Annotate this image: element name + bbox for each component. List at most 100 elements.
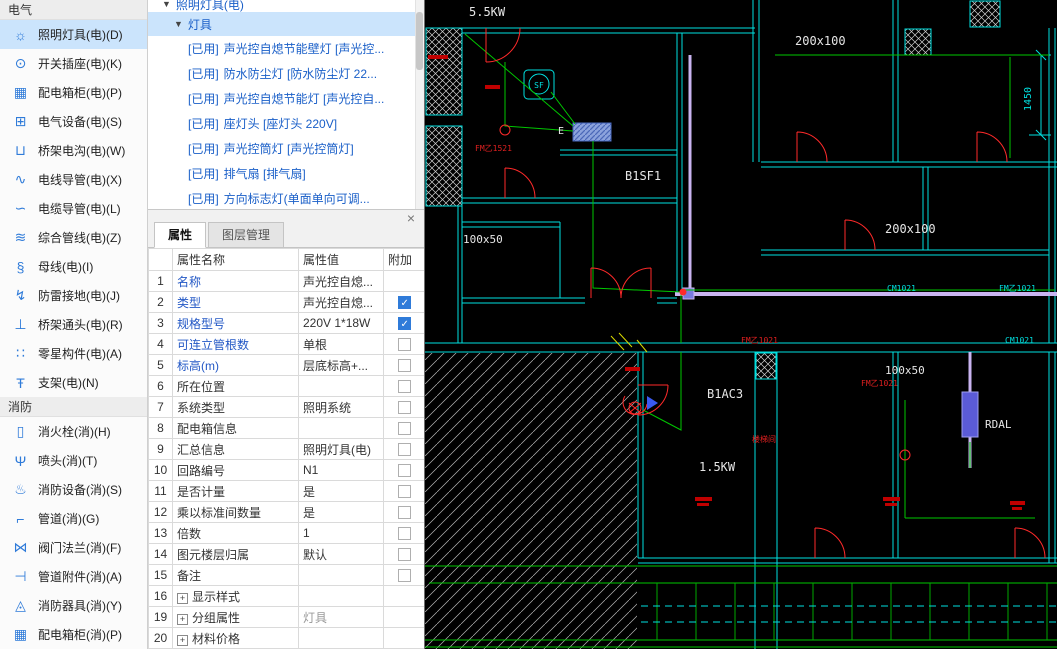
tree-item[interactable]: [已用] 座灯头 [座灯头 220V]: [148, 111, 424, 136]
property-row[interactable]: 7 系统类型 照明系统: [148, 396, 424, 418]
extra-checkbox[interactable]: [397, 527, 411, 541]
extra-checkbox[interactable]: [397, 317, 411, 331]
expand-icon[interactable]: +: [177, 613, 188, 625]
sidebar-item[interactable]: § 母线(电)(I): [0, 252, 147, 281]
expand-icon[interactable]: +: [177, 634, 188, 646]
sidebar-item[interactable]: ⊙ 开关插座(电)(K): [0, 49, 147, 78]
tree-scrollbar[interactable]: [415, 0, 424, 209]
selected-lamp-element[interactable]: [572, 122, 612, 142]
property-value[interactable]: 单根: [298, 333, 384, 355]
sidebar-item[interactable]: ∿ 电线导管(电)(X): [0, 165, 147, 194]
extra-checkbox[interactable]: [397, 548, 411, 562]
property-value[interactable]: [298, 585, 384, 607]
extra-checkbox[interactable]: [397, 506, 411, 520]
tree-group-selected[interactable]: ▼ 灯具: [148, 12, 424, 36]
property-value[interactable]: 220V 1*18W: [298, 312, 384, 334]
extra-checkbox[interactable]: [397, 443, 411, 457]
pipe-fitting-icon: ⊣: [14, 568, 27, 584]
property-value[interactable]: 1: [298, 522, 384, 544]
sidebar-item-label: 母线(电)(I): [38, 260, 94, 274]
sidebar-item[interactable]: ⊣ 管道附件(消)(A): [0, 562, 147, 591]
sidebar-item[interactable]: ⋈ 阀门法兰(消)(F): [0, 533, 147, 562]
property-row-number: 13: [148, 522, 173, 544]
property-row[interactable]: 14 图元楼层归属 默认: [148, 543, 424, 565]
sidebar-item[interactable]: ☼ 照明灯具(电)(D): [0, 20, 147, 49]
sidebar-item[interactable]: ▦ 配电箱柜(电)(P): [0, 78, 147, 107]
tree-item[interactable]: [已用] 声光控筒灯 [声光控筒灯]: [148, 136, 424, 161]
sidebar-item[interactable]: ∽ 电缆导管(电)(L): [0, 194, 147, 223]
property-value[interactable]: [298, 375, 384, 397]
sidebar-item[interactable]: ↯ 防雷接地(电)(J): [0, 281, 147, 310]
sidebar-item[interactable]: ⊥ 桥架通头(电)(R): [0, 310, 147, 339]
sidebar-item[interactable]: ⊔ 桥架电沟(电)(W): [0, 136, 147, 165]
property-row[interactable]: 3 规格型号 220V 1*18W: [148, 312, 424, 334]
extra-checkbox[interactable]: [397, 485, 411, 499]
property-value[interactable]: 照明灯具(电): [298, 438, 384, 460]
property-value[interactable]: 是: [298, 501, 384, 523]
property-row[interactable]: 11 是否计量 是: [148, 480, 424, 502]
property-value[interactable]: [298, 564, 384, 586]
property-value[interactable]: 灯具: [298, 606, 384, 628]
label-panel-b1sf1: B1SF1: [625, 169, 661, 183]
property-value[interactable]: 是: [298, 480, 384, 502]
property-row[interactable]: 13 倍数 1: [148, 522, 424, 544]
property-row[interactable]: 19 + 分组属性 灯具: [148, 606, 424, 628]
sidebar-item[interactable]: ▦ 配电箱柜(消)(P): [0, 620, 147, 649]
property-value[interactable]: N1: [298, 459, 384, 481]
property-value[interactable]: 层底标高+...: [298, 354, 384, 376]
property-row[interactable]: 5 标高(m) 层底标高+...: [148, 354, 424, 376]
property-value[interactable]: 照明系统: [298, 396, 384, 418]
tree-item[interactable]: [已用] 防水防尘灯 [防水防尘灯 22...: [148, 61, 424, 86]
sidebar-item[interactable]: ⊞ 电气设备(电)(S): [0, 107, 147, 136]
property-row[interactable]: 6 所在位置: [148, 375, 424, 397]
tree-item[interactable]: [已用] 声光控自熄节能壁灯 [声光控...: [148, 36, 424, 61]
property-row[interactable]: 8 配电箱信息: [148, 417, 424, 439]
extra-checkbox[interactable]: [397, 296, 411, 310]
property-value[interactable]: 声光控自熄...: [298, 291, 384, 313]
extra-checkbox[interactable]: [397, 338, 411, 352]
cable-tray-icon: ⊔: [15, 142, 26, 158]
sidebar-item[interactable]: ◬ 消防器具(消)(Y): [0, 591, 147, 620]
property-row[interactable]: 15 备注: [148, 564, 424, 586]
property-row[interactable]: 9 汇总信息 照明灯具(电): [148, 438, 424, 460]
close-icon[interactable]: ×: [407, 210, 415, 226]
extra-checkbox[interactable]: [397, 380, 411, 394]
cad-viewport[interactable]: 5.5KW 200x100 B1SF1 100x50 200x100 100x5…: [425, 0, 1057, 649]
extra-checkbox[interactable]: [397, 464, 411, 478]
property-row[interactable]: 2 类型 声光控自熄...: [148, 291, 424, 313]
collapse-arrow-icon[interactable]: ▼: [162, 0, 171, 9]
property-value[interactable]: [298, 417, 384, 439]
sidebar-item[interactable]: ▯ 消火栓(消)(H): [0, 417, 147, 446]
label-cm1021-tray: CM1021: [887, 284, 916, 293]
collapse-arrow-icon[interactable]: ▼: [174, 19, 183, 29]
tree-item[interactable]: [已用] 声光控自熄节能灯 [声光控自...: [148, 86, 424, 111]
property-row-number: 7: [148, 396, 173, 418]
extra-checkbox[interactable]: [397, 569, 411, 583]
sidebar-item[interactable]: Ŧ 支架(电)(N): [0, 368, 147, 397]
extra-checkbox[interactable]: [397, 359, 411, 373]
tab-properties[interactable]: 属性: [154, 222, 207, 248]
sidebar-item[interactable]: ∷ 零星构件(电)(A): [0, 339, 147, 368]
tree-item[interactable]: [已用] 排气扇 [排气扇]: [148, 161, 424, 186]
scrollbar-thumb[interactable]: [416, 12, 423, 70]
property-row[interactable]: 16 + 显示样式: [148, 585, 424, 607]
property-value[interactable]: 声光控自熄...: [298, 270, 384, 292]
property-row[interactable]: 1 名称 声光控自熄...: [148, 270, 424, 292]
tab-layer-management[interactable]: 图层管理: [208, 222, 285, 248]
property-row[interactable]: 4 可连立管根数 单根: [148, 333, 424, 355]
expand-icon[interactable]: +: [177, 592, 188, 604]
property-name: 名称: [172, 270, 299, 292]
sidebar-item[interactable]: Ψ 喷头(消)(T): [0, 446, 147, 475]
property-value[interactable]: 默认: [298, 543, 384, 565]
tree-parent[interactable]: ▼ 照明灯具(电): [148, 0, 424, 12]
property-row[interactable]: 20 + 材料价格: [148, 627, 424, 649]
extra-checkbox[interactable]: [397, 422, 411, 436]
sidebar-item[interactable]: ≋ 综合管线(电)(Z): [0, 223, 147, 252]
property-row[interactable]: 10 回路编号 N1: [148, 459, 424, 481]
tree-item[interactable]: [已用] 方向标志灯(单面单向可调...: [148, 186, 424, 209]
extra-checkbox[interactable]: [397, 401, 411, 415]
sidebar-item[interactable]: ♨ 消防设备(消)(S): [0, 475, 147, 504]
sidebar-item[interactable]: ⌐ 管道(消)(G): [0, 504, 147, 533]
property-row[interactable]: 12 乘以标准间数量 是: [148, 501, 424, 523]
property-value[interactable]: [298, 627, 384, 649]
